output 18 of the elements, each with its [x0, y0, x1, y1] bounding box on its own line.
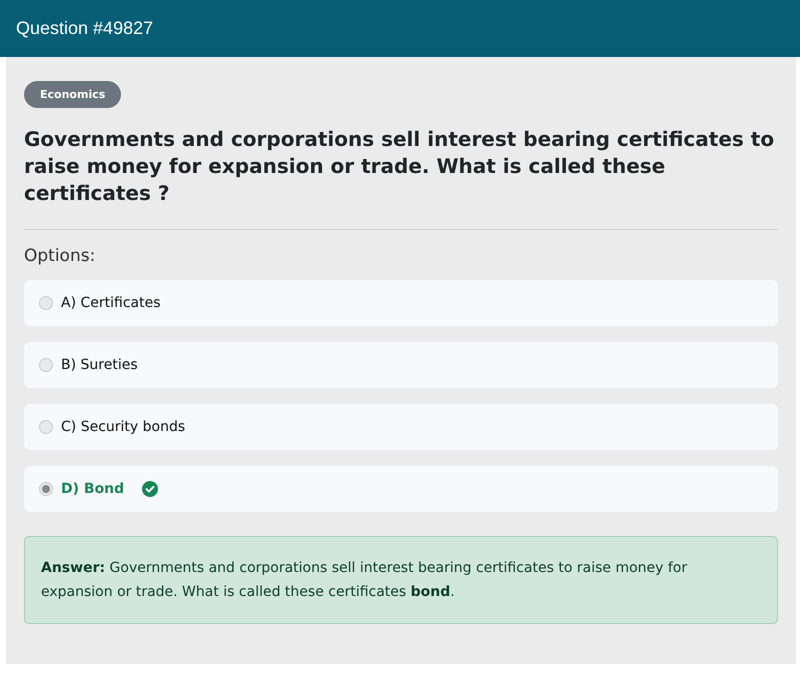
option-text: B) Sureties [61, 357, 138, 373]
radio-button[interactable] [39, 482, 53, 496]
radio-button[interactable] [39, 296, 53, 310]
option-row[interactable]: D) Bond [24, 466, 778, 512]
answer-text: Answer: Governments and corporations sell interest bearing certificates to raise money for expansion or trade. What is called these certificates bond. [24, 536, 778, 624]
radio-button[interactable] [39, 420, 53, 434]
check-icon [142, 481, 158, 497]
radio-button[interactable] [39, 358, 53, 372]
option-text: A) Certificates [61, 295, 161, 311]
options-label: Options: [24, 246, 96, 266]
option-row[interactable]: C) Security bonds [24, 404, 778, 450]
option-row[interactable]: B) Sureties [24, 342, 778, 388]
option-text: C) Security bonds [61, 419, 186, 435]
page-title: Question #49827 [16, 18, 154, 39]
question-text: Governments and corporations sell interest bearing certificates to raise money for expansion or trade. What is called these certificates ? [24, 126, 776, 207]
option-row[interactable]: A) Certificates [24, 280, 778, 326]
category-tag: Economics [24, 81, 122, 108]
option-text: D) Bond [61, 481, 124, 497]
